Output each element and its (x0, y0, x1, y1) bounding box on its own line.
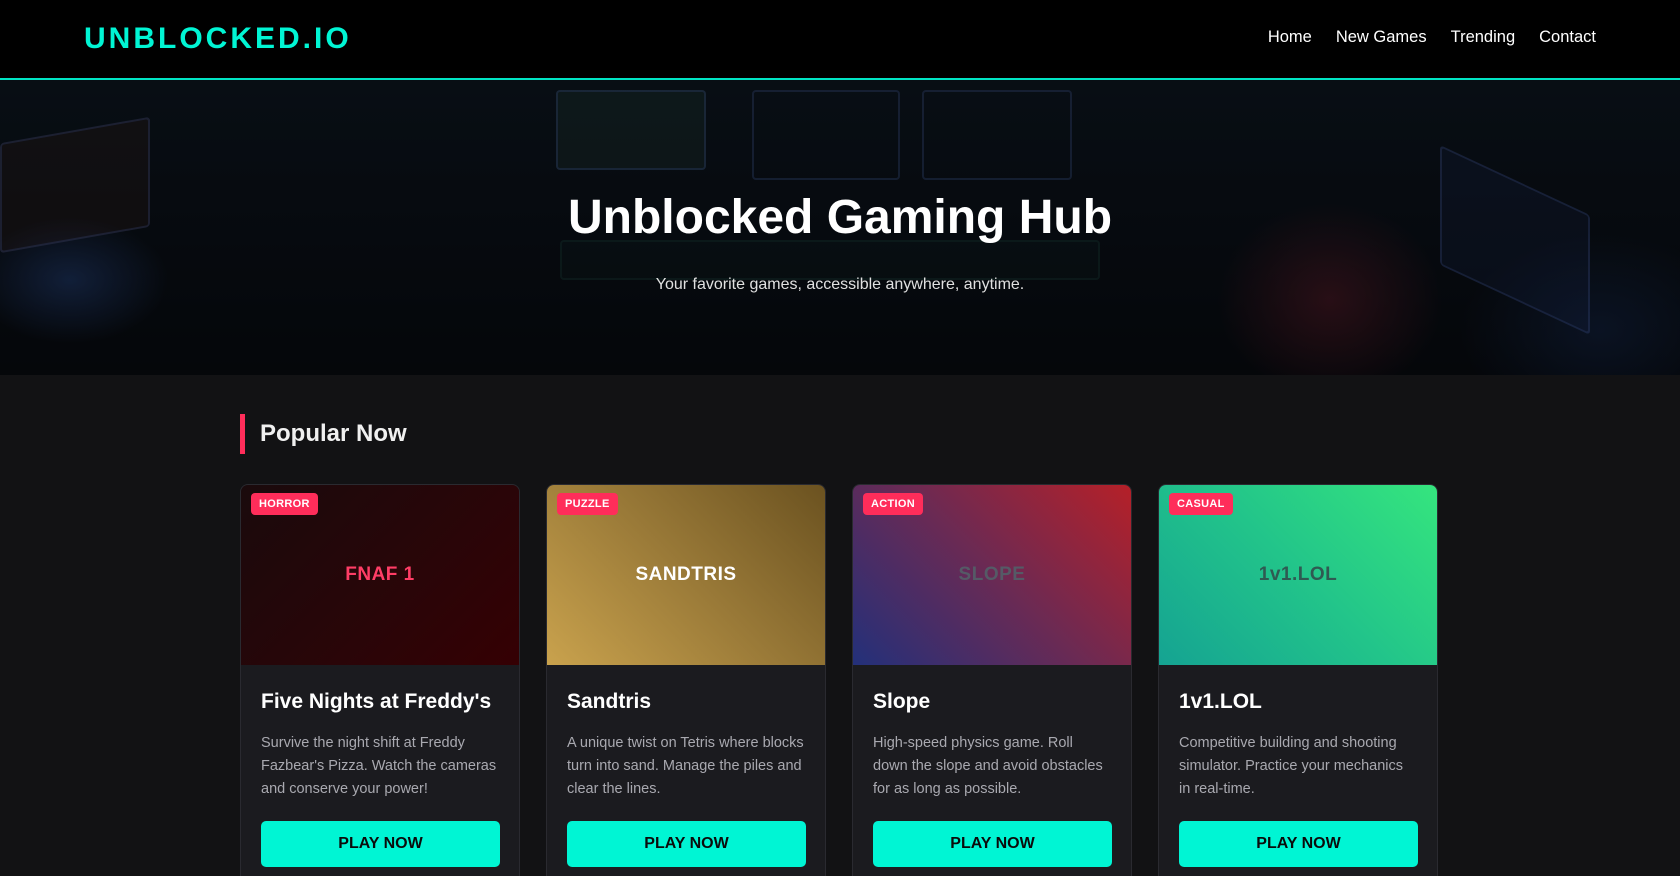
card-body: 1v1.LOL Competitive building and shootin… (1159, 665, 1437, 876)
hero-subtitle: Your favorite games, accessible anywhere… (655, 276, 1025, 293)
game-title: 1v1.LOL (1179, 690, 1262, 713)
nav-link-home[interactable]: Home (1268, 28, 1312, 47)
game-title: Slope (873, 690, 931, 713)
hero-banner: Unblocked Gaming Hub Your favorite games… (0, 80, 1680, 375)
thumbnail-title: SANDTRIS (635, 564, 737, 585)
hero-title: Unblocked Gaming Hub (567, 191, 1113, 244)
main-nav: Home New Games Trending Contact (1268, 28, 1596, 47)
category-badge: ACTION (863, 493, 923, 515)
card-body: Slope High-speed physics game. Roll down… (853, 665, 1131, 876)
card-body: Five Nights at Freddy's Survive the nigh… (241, 665, 519, 876)
game-thumbnail[interactable]: CASUAL 1v1.LOL (1159, 485, 1437, 665)
card-body: Sandtris A unique twist on Tetris where … (547, 665, 825, 876)
play-now-button[interactable]: PLAY NOW (261, 821, 500, 867)
category-badge: HORROR (251, 493, 318, 515)
game-description: A unique twist on Tetris where blocks tu… (567, 735, 804, 797)
nav-link-new-games[interactable]: New Games (1336, 28, 1427, 47)
site-logo[interactable]: UNBLOCKED.IO (84, 22, 352, 56)
game-description: High-speed physics game. Roll down the s… (873, 735, 1103, 797)
site-header: UNBLOCKED.IO Home New Games Trending Con… (0, 0, 1680, 80)
section-title-popular: Popular Now (240, 414, 407, 454)
play-now-button[interactable]: PLAY NOW (873, 821, 1112, 867)
thumbnail-title: 1v1.LOL (1258, 564, 1338, 585)
category-badge: CASUAL (1169, 493, 1233, 515)
game-thumbnail[interactable]: ACTION SLOPE (853, 485, 1131, 665)
thumbnail-title: FNAF 1 (345, 564, 415, 585)
game-title: Five Nights at Freddy's (261, 690, 492, 713)
play-now-button[interactable]: PLAY NOW (567, 821, 806, 867)
game-card-fnaf[interactable]: HORROR FNAF 1 Five Nights at Freddy's Su… (240, 484, 520, 876)
game-description: Survive the night shift at Freddy Fazbea… (261, 735, 497, 797)
game-card-sandtris[interactable]: PUZZLE SANDTRIS Sandtris A unique twist … (546, 484, 826, 876)
category-badge: PUZZLE (557, 493, 618, 515)
nav-link-contact[interactable]: Contact (1539, 28, 1596, 47)
game-description: Competitive building and shooting simula… (1179, 735, 1404, 797)
game-thumbnail[interactable]: HORROR FNAF 1 (241, 485, 519, 665)
game-card-slope[interactable]: ACTION SLOPE Slope High-speed physics ga… (852, 484, 1132, 876)
game-card-1v1lol[interactable]: CASUAL 1v1.LOL 1v1.LOL Competitive build… (1158, 484, 1438, 876)
game-thumbnail[interactable]: PUZZLE SANDTRIS (547, 485, 825, 665)
thumbnail-title: SLOPE (958, 564, 1026, 585)
play-now-button[interactable]: PLAY NOW (1179, 821, 1418, 867)
nav-link-trending[interactable]: Trending (1451, 28, 1516, 47)
game-title: Sandtris (567, 690, 652, 713)
